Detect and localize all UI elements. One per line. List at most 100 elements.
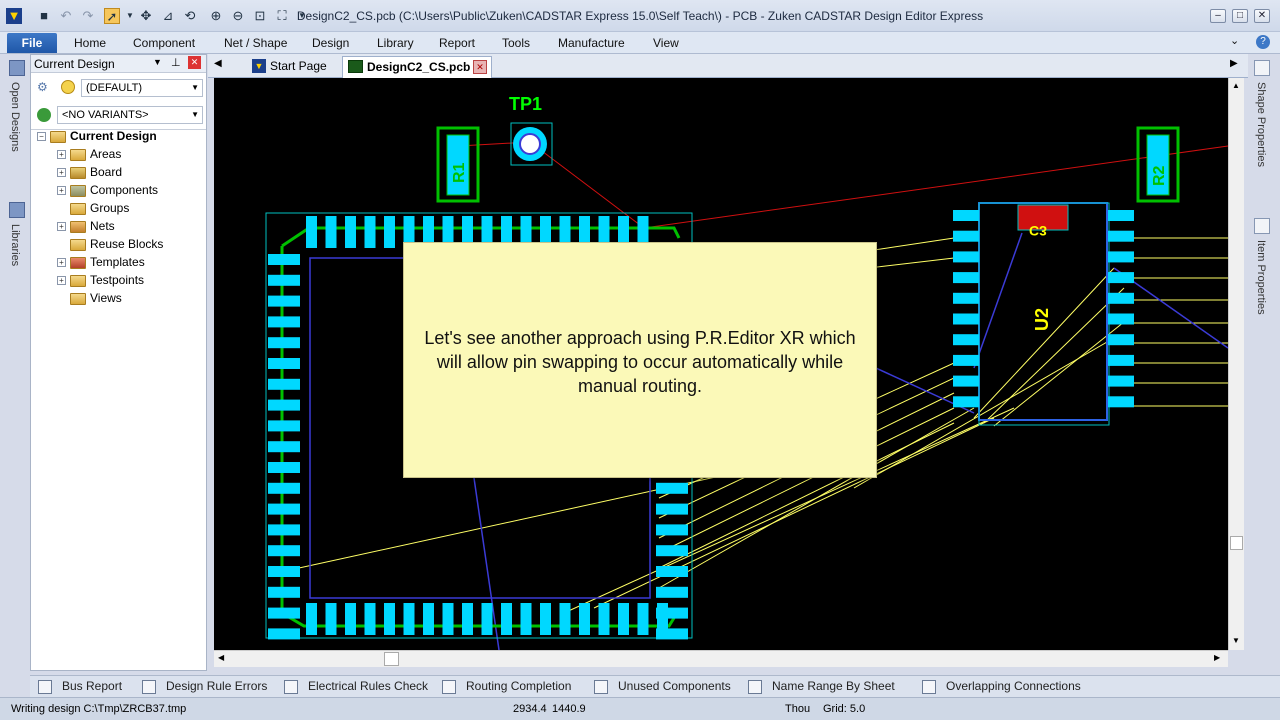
file-menu-button[interactable]: File [7, 33, 57, 53]
scroll-left-icon[interactable]: ◀ [218, 653, 224, 662]
testpoint-tp1 [513, 127, 547, 161]
smd-pad [268, 524, 300, 536]
tab-close-icon[interactable]: ✕ [473, 60, 487, 74]
tab-design[interactable]: Design [312, 36, 349, 50]
smd-pad [656, 628, 688, 640]
smd-pad [1108, 210, 1134, 221]
start-page-icon: ▼ [252, 59, 266, 73]
tree-item-label: Templates [90, 255, 145, 269]
expand-icon[interactable]: + [57, 168, 66, 178]
vertical-scroll-thumb[interactable] [1230, 536, 1243, 550]
tab-library[interactable]: Library [377, 36, 414, 50]
variants-select[interactable]: <NO VARIANTS> ▼ [57, 106, 203, 124]
chevron-down-icon: ▼ [191, 110, 199, 119]
item-properties-icon[interactable] [1254, 218, 1270, 234]
smd-pad [481, 603, 493, 635]
tree-item-areas[interactable]: + Areas [57, 145, 121, 163]
smd-pad [1108, 230, 1134, 242]
libraries-icon[interactable] [9, 202, 25, 218]
tab-unused-components[interactable]: Unused Components [594, 679, 731, 694]
tree-item-views[interactable]: Views [70, 289, 122, 307]
tab-manufacture[interactable]: Manufacture [558, 36, 625, 50]
variant-select[interactable]: (DEFAULT) ▼ [81, 79, 203, 97]
report-icon [748, 679, 762, 694]
chevron-down-icon: ▼ [191, 83, 199, 92]
panel-dropdown-icon[interactable]: ▼ [153, 57, 162, 67]
tree-item-testpoints[interactable]: + Testpoints [57, 271, 144, 289]
tab-tools[interactable]: Tools [502, 36, 530, 50]
smd-pad [656, 482, 688, 494]
expand-icon[interactable]: + [57, 276, 66, 286]
vertical-scrollbar[interactable]: ▲ ▼ [1228, 78, 1244, 650]
tab-active-design[interactable]: DesignC2_CS.pcb ✕ [342, 56, 492, 78]
shape-properties-icon[interactable] [1254, 60, 1270, 76]
tree-item-nets[interactable]: + Nets [57, 217, 115, 235]
tab-routing-completion[interactable]: Routing Completion [442, 679, 571, 694]
smd-pad [268, 628, 300, 640]
close-button[interactable]: ✕ [1254, 9, 1270, 23]
tab-report[interactable]: Report [439, 36, 475, 50]
report-icon [922, 679, 936, 694]
open-designs-tab[interactable]: Open Designs [9, 82, 21, 152]
collapse-icon[interactable]: − [37, 132, 46, 142]
tab-scroll-left-icon[interactable]: ◀ [214, 58, 222, 69]
smd-pad [953, 210, 979, 221]
tree-item-groups[interactable]: Groups [70, 199, 129, 217]
libraries-tab[interactable]: Libraries [9, 224, 21, 266]
item-properties-tab[interactable]: Item Properties [1255, 240, 1267, 315]
smd-pad [306, 603, 317, 635]
tree-item-label: Views [90, 291, 122, 305]
scroll-up-icon[interactable]: ▲ [1232, 81, 1240, 90]
scroll-down-icon[interactable]: ▼ [1232, 636, 1240, 645]
tab-start-page[interactable]: ▼ Start Page [246, 56, 338, 78]
expand-icon[interactable]: + [57, 258, 66, 268]
tree-item-label: Groups [90, 201, 130, 215]
ribbon-collapse-icon[interactable]: ⌄ [1230, 34, 1239, 47]
left-dock-strip: Open Designs Libraries [6, 56, 28, 670]
scroll-right-icon[interactable]: ▶ [1214, 653, 1220, 662]
report-tabs: Bus Report Design Rule Errors Electrical… [30, 675, 1280, 697]
horizontal-scrollbar[interactable]: ◀ ▶ [214, 650, 1228, 667]
tree-item-templates[interactable]: + Templates [57, 253, 145, 271]
smd-pad [953, 230, 979, 242]
minimize-button[interactable]: – [1210, 9, 1226, 23]
expand-icon[interactable]: + [57, 222, 66, 232]
smd-pad [345, 603, 356, 635]
pin-icon[interactable]: ⊥ [171, 56, 181, 69]
tab-bus-report[interactable]: Bus Report [38, 679, 122, 694]
pcb-canvas[interactable]: TP1 R1 R2 U2 C3 Let's see another approa… [214, 78, 1228, 650]
help-icon[interactable]: ? [1256, 35, 1270, 49]
smd-pad [953, 375, 979, 387]
tab-overlapping-connections[interactable]: Overlapping Connections [922, 679, 1081, 694]
window-title: DesignC2_CS.pcb (C:\Users\Public\Zuken\C… [296, 9, 984, 23]
tree-root[interactable]: − Current Design [37, 127, 157, 145]
tab-name-range-by-sheet[interactable]: Name Range By Sheet [748, 679, 895, 694]
smd-pad [656, 566, 688, 577]
smd-pad [1108, 375, 1134, 387]
expand-icon[interactable]: + [57, 150, 66, 160]
panel-close-icon[interactable]: ✕ [188, 56, 201, 69]
expand-icon[interactable]: + [57, 186, 66, 196]
tab-net-shape[interactable]: Net / Shape [224, 36, 287, 50]
templates-folder-icon [70, 256, 86, 269]
horizontal-scroll-thumb[interactable] [384, 652, 399, 666]
tab-unused-components-label: Unused Components [618, 679, 731, 693]
tab-view[interactable]: View [653, 36, 679, 50]
tutorial-callout: Let's see another approach using P.R.Edi… [403, 242, 877, 478]
shape-properties-tab[interactable]: Shape Properties [1255, 82, 1267, 167]
tree-item-label: Areas [90, 147, 122, 161]
tree-item-components[interactable]: + Components [57, 181, 158, 199]
tab-home[interactable]: Home [74, 36, 106, 50]
tab-design-rule-errors[interactable]: Design Rule Errors [142, 679, 267, 694]
tab-electrical-rules-check[interactable]: Electrical Rules Check [284, 679, 428, 694]
maximize-button[interactable]: □ [1232, 9, 1248, 23]
tab-component[interactable]: Component [133, 36, 195, 50]
smd-pad [268, 254, 300, 265]
tab-scroll-right-icon[interactable]: ▶ [1230, 58, 1238, 69]
smd-pad [1108, 396, 1134, 408]
label-tp1: TP1 [509, 94, 542, 114]
tree-item-reuse-blocks[interactable]: Reuse Blocks [70, 235, 163, 253]
tree-item-board[interactable]: + Board [57, 163, 122, 181]
cursor-x: 2934.4 [513, 703, 547, 715]
open-designs-icon[interactable] [9, 60, 25, 76]
